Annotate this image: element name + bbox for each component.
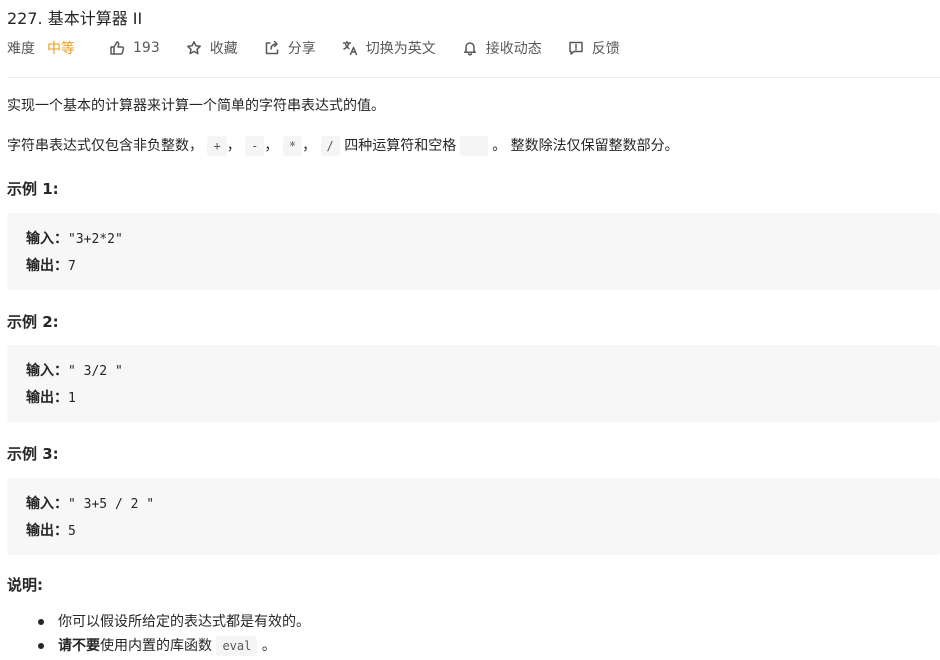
notes-heading: 说明: [7, 576, 43, 594]
operator-minus: - [245, 136, 265, 156]
example-1-heading: 示例 1: [7, 180, 59, 198]
star-icon [186, 41, 201, 55]
input-value: "3+2*2" [68, 232, 123, 247]
share-icon [265, 40, 278, 55]
translate-icon [342, 40, 357, 56]
favorite-label: 收藏 [209, 41, 238, 57]
translate-button[interactable]: 切换为英文 [342, 38, 436, 58]
output-label: 输出： [26, 258, 68, 274]
like-button[interactable]: 193 [109, 40, 160, 56]
separator-3: ， [302, 138, 317, 154]
like-count: 193 [133, 40, 160, 56]
subscribe-button[interactable]: 接收动态 [462, 38, 542, 58]
note-text: 使用内置的库函数 [100, 638, 212, 654]
description-prefix: 字符串表达式仅包含非负整数， [7, 138, 203, 154]
example-2-heading: 示例 2: [7, 313, 59, 331]
feedback-label: 反馈 [591, 41, 620, 57]
translate-label: 切换为英文 [365, 41, 436, 57]
operator-multiply: * [282, 136, 303, 156]
example-1-block: 输入："3+2*2" 输出：7 [7, 213, 940, 290]
note-emphasis: 请不要 [58, 638, 100, 654]
example-3-block: 输入：" 3+5 / 2 " 输出：5 [7, 478, 940, 555]
separator-1: ， [226, 138, 241, 154]
problem-meta-bar: 难度 中等 193 收藏 分享 切换为英文 接收动态 反馈 [7, 38, 646, 58]
header-divider [7, 77, 940, 78]
example-3-input: 输入：" 3+5 / 2 " [26, 493, 154, 513]
note-end: 。 [261, 638, 276, 654]
difficulty-value: 中等 [47, 41, 75, 57]
example-3-output: 输出：5 [26, 520, 76, 540]
favorite-button[interactable]: 收藏 [186, 38, 238, 58]
example-3-heading: 示例 3: [7, 445, 59, 463]
feedback-icon [568, 41, 583, 55]
input-label: 输入： [26, 496, 68, 512]
input-value: " 3/2 " [68, 364, 123, 379]
example-2-input: 输入：" 3/2 " [26, 360, 123, 380]
difficulty-label: 难度 [7, 41, 35, 57]
input-value: " 3+5 / 2 " [68, 497, 155, 512]
share-button[interactable]: 分享 [264, 38, 316, 58]
example-2-output: 输出：1 [26, 387, 76, 407]
bell-icon [463, 42, 476, 56]
output-value: 5 [68, 524, 76, 539]
description-line-2: 字符串表达式仅包含非负整数， +， -， *， / 四种运算符和空格。 整数除法… [7, 136, 679, 156]
input-label: 输入： [26, 231, 68, 247]
thumbs-up-icon [110, 41, 125, 55]
bullet-dot [38, 619, 44, 625]
note-item-2: 请不要使用内置的库函数 eval 。 [58, 636, 276, 656]
input-label: 输入： [26, 363, 68, 379]
problem-title: 227. 基本计算器 II [7, 9, 143, 28]
example-1-input: 输入："3+2*2" [26, 228, 123, 248]
output-label: 输出： [26, 523, 68, 539]
description-line-1: 实现一个基本的计算器来计算一个简单的字符串表达式的值。 [7, 98, 385, 114]
feedback-button[interactable]: 反馈 [568, 38, 620, 58]
separator-2: ， [264, 138, 279, 154]
operator-plus: + [207, 136, 227, 156]
output-label: 输出： [26, 390, 68, 406]
share-label: 分享 [287, 41, 316, 57]
subscribe-label: 接收动态 [485, 41, 542, 57]
operator-divide: / [320, 136, 340, 156]
description-suffix: 。 整数除法仅保留整数部分。 [492, 138, 679, 154]
output-value: 1 [68, 391, 76, 406]
bullet-dot [38, 643, 44, 649]
note-item-1: 你可以假设所给定的表达式都是有效的。 [58, 614, 310, 630]
description-mid: 四种运算符和空格 [344, 138, 457, 154]
space-code-sample [460, 136, 489, 156]
example-2-block: 输入：" 3/2 " 输出：1 [7, 345, 940, 422]
eval-code: eval [216, 636, 258, 656]
example-1-output: 输出：7 [26, 255, 76, 275]
output-value: 7 [68, 259, 76, 274]
